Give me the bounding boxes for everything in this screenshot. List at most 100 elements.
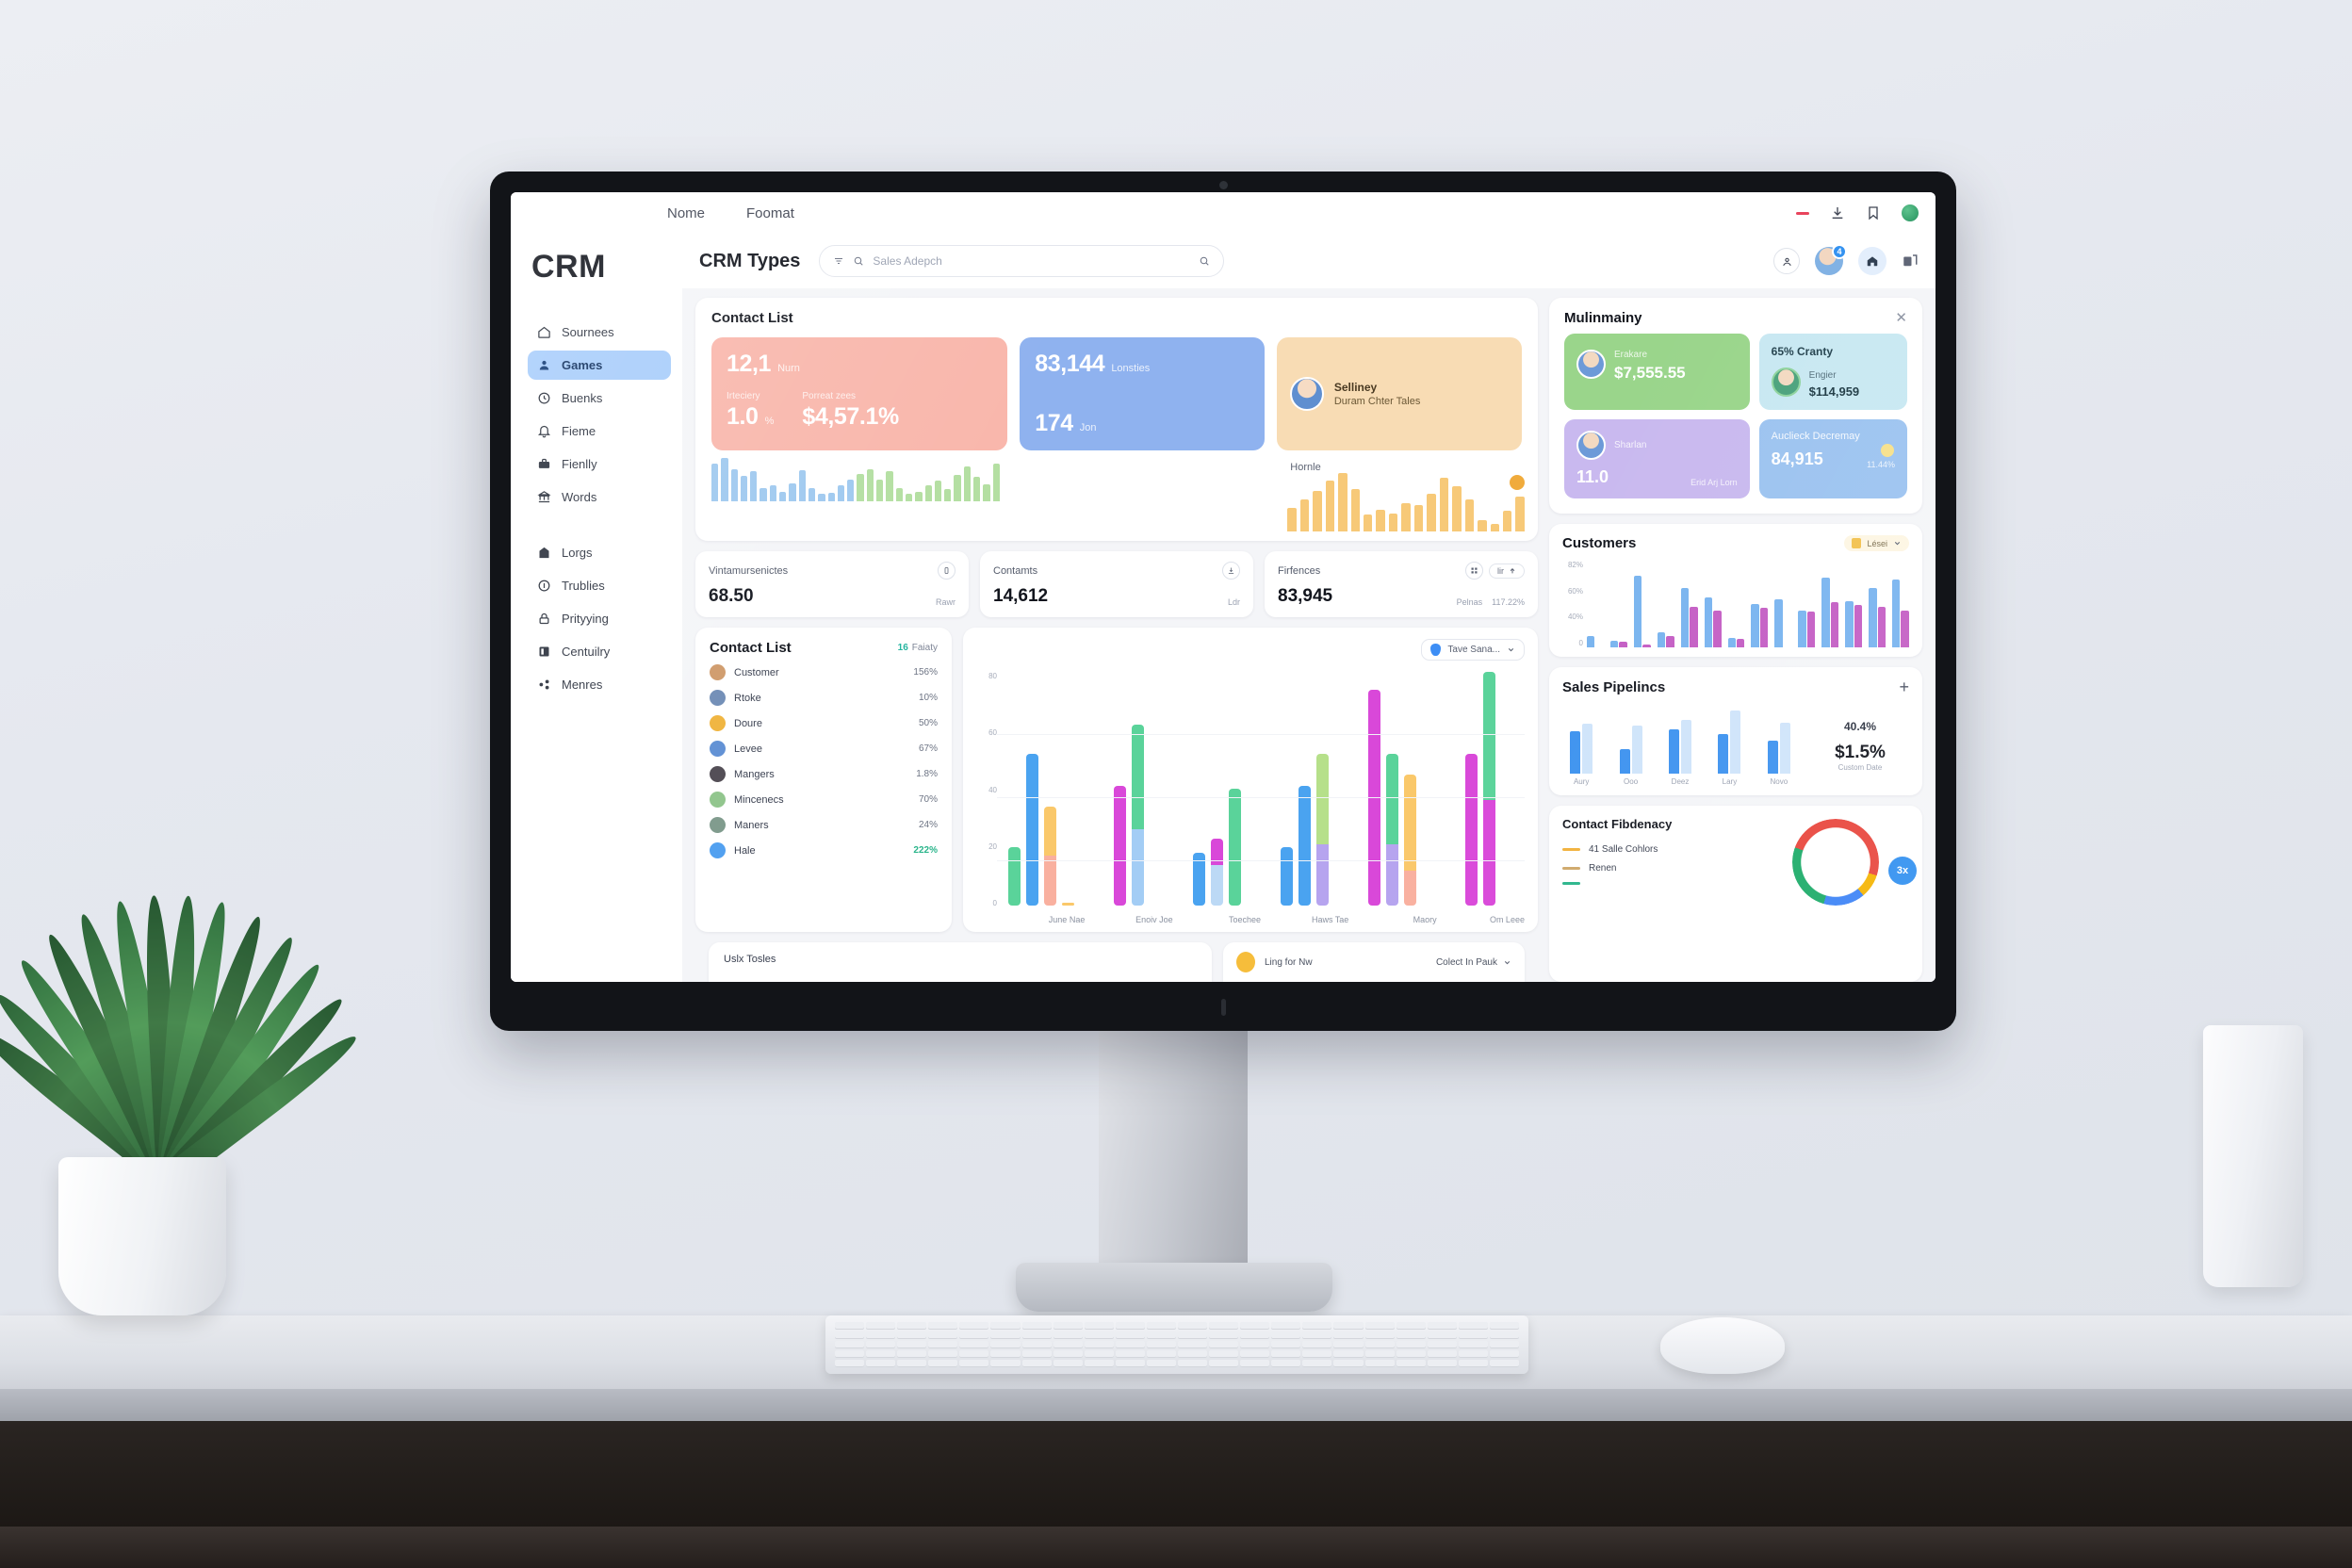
key[interactable]: [1209, 1331, 1239, 1339]
mini-card-cyan[interactable]: 65% Cranty Engier $114,959: [1758, 334, 1907, 410]
key[interactable]: [1209, 1350, 1239, 1358]
key[interactable]: [866, 1350, 896, 1358]
contact-list-item[interactable]: Rtoke 10%: [695, 685, 952, 710]
key[interactable]: [866, 1322, 896, 1330]
pipeline-group[interactable]: Ooo: [1611, 705, 1649, 786]
bar-group[interactable]: [1609, 561, 1627, 647]
sidebar-item-menres[interactable]: Menres: [528, 670, 671, 699]
key[interactable]: [1489, 1331, 1519, 1339]
mini-card-purple[interactable]: Sharlan 11.0 Erid Arj Lorn: [1564, 419, 1750, 498]
stat-card-firfences[interactable]: Firfences lir 83,945 Pelnas 117.22%: [1265, 551, 1538, 617]
key[interactable]: [990, 1322, 1021, 1330]
search-submit-icon[interactable]: [1199, 255, 1210, 267]
profile-button[interactable]: [1773, 248, 1800, 274]
key[interactable]: [1489, 1360, 1519, 1367]
filter-icon[interactable]: [833, 255, 844, 267]
search-box[interactable]: [819, 245, 1225, 277]
key[interactable]: [1084, 1360, 1114, 1367]
stacked-bar[interactable]: [1113, 785, 1126, 906]
key[interactable]: [897, 1350, 927, 1358]
key[interactable]: [1458, 1350, 1488, 1358]
sidebar-item-centuilry[interactable]: Centuilry: [528, 637, 671, 666]
bar-group[interactable]: [1680, 561, 1698, 647]
bar-group[interactable]: [1727, 561, 1745, 647]
mini-card-green[interactable]: Erakare $7,555.55: [1564, 334, 1750, 410]
key[interactable]: [1115, 1360, 1145, 1367]
key[interactable]: [1115, 1331, 1145, 1339]
main-chart-selector[interactable]: Tave Sana...: [1421, 639, 1525, 661]
home-button[interactable]: [1858, 247, 1886, 275]
key[interactable]: [990, 1341, 1021, 1348]
close-icon[interactable]: ✕: [1895, 311, 1907, 325]
sidebar-item-lorgs[interactable]: Lorgs: [528, 538, 671, 567]
window-tab-foomat[interactable]: Foomat: [746, 205, 794, 221]
key[interactable]: [1178, 1331, 1208, 1339]
sidebar-item-trublies[interactable]: Trublies: [528, 571, 671, 600]
key[interactable]: [1053, 1350, 1083, 1358]
key[interactable]: [959, 1360, 989, 1367]
key[interactable]: [1021, 1341, 1052, 1348]
contact-list-item[interactable]: Hale 222%: [695, 838, 952, 863]
key[interactable]: [1396, 1360, 1426, 1367]
bottom-right-select[interactable]: Colect In Pauk: [1436, 957, 1511, 968]
key[interactable]: [1364, 1360, 1395, 1367]
key[interactable]: [1209, 1341, 1239, 1348]
contact-list-item[interactable]: Doure 50%: [695, 710, 952, 736]
key[interactable]: [1333, 1331, 1364, 1339]
sidebar-item-fieme[interactable]: Fieme: [528, 416, 671, 446]
stacked-bar[interactable]: [1316, 753, 1330, 906]
key[interactable]: [928, 1331, 958, 1339]
stacked-bar[interactable]: [1025, 753, 1038, 906]
contact-list-item[interactable]: Mangers 1.8%: [695, 761, 952, 787]
key[interactable]: [1271, 1322, 1301, 1330]
download-icon[interactable]: [1830, 205, 1845, 220]
stacked-bar[interactable]: [1281, 847, 1294, 906]
key[interactable]: [1427, 1322, 1457, 1330]
key[interactable]: [897, 1322, 927, 1330]
key[interactable]: [1053, 1331, 1083, 1339]
key[interactable]: [1146, 1322, 1176, 1330]
key[interactable]: [1458, 1331, 1488, 1339]
key[interactable]: [835, 1322, 865, 1330]
bar-group[interactable]: [1751, 561, 1769, 647]
key[interactable]: [928, 1360, 958, 1367]
key[interactable]: [1053, 1360, 1083, 1367]
bar-group[interactable]: [1657, 561, 1674, 647]
key[interactable]: [1084, 1350, 1114, 1358]
key[interactable]: [835, 1341, 865, 1348]
key[interactable]: [1084, 1322, 1114, 1330]
download-icon[interactable]: [1222, 562, 1240, 580]
contact-frequency-badge[interactable]: 3x: [1888, 857, 1917, 885]
key[interactable]: [990, 1350, 1021, 1358]
sidebar-item-sournees[interactable]: Sournees: [528, 318, 671, 347]
key[interactable]: [1084, 1341, 1114, 1348]
key[interactable]: [1271, 1341, 1301, 1348]
key[interactable]: [928, 1350, 958, 1358]
search-input[interactable]: [873, 254, 1191, 268]
bar-group[interactable]: [1774, 561, 1791, 647]
key[interactable]: [1021, 1350, 1052, 1358]
key[interactable]: [1271, 1331, 1301, 1339]
bar-group[interactable]: [1821, 561, 1839, 647]
key[interactable]: [959, 1341, 989, 1348]
key[interactable]: [928, 1341, 958, 1348]
key[interactable]: [1053, 1341, 1083, 1348]
bar-group[interactable]: [1798, 561, 1816, 647]
key[interactable]: [1209, 1322, 1239, 1330]
pipeline-group[interactable]: Novo: [1760, 705, 1798, 786]
user-avatar-with-badge[interactable]: 4: [1815, 244, 1847, 275]
key[interactable]: [1364, 1331, 1395, 1339]
key[interactable]: [1333, 1341, 1364, 1348]
key[interactable]: [1489, 1350, 1519, 1358]
key[interactable]: [897, 1331, 927, 1339]
key[interactable]: [1427, 1360, 1457, 1367]
bottom-left-panel[interactable]: Uslx Tosles: [709, 942, 1212, 982]
mini-card-blue[interactable]: Auclieck Decremay 84,915 11.44%: [1758, 419, 1907, 498]
key[interactable]: [897, 1341, 927, 1348]
key[interactable]: [1396, 1341, 1426, 1348]
key[interactable]: [897, 1360, 927, 1367]
key[interactable]: [1427, 1341, 1457, 1348]
key[interactable]: [1146, 1341, 1176, 1348]
stacked-bar[interactable]: [1386, 753, 1399, 906]
bar-group[interactable]: [1633, 561, 1651, 647]
